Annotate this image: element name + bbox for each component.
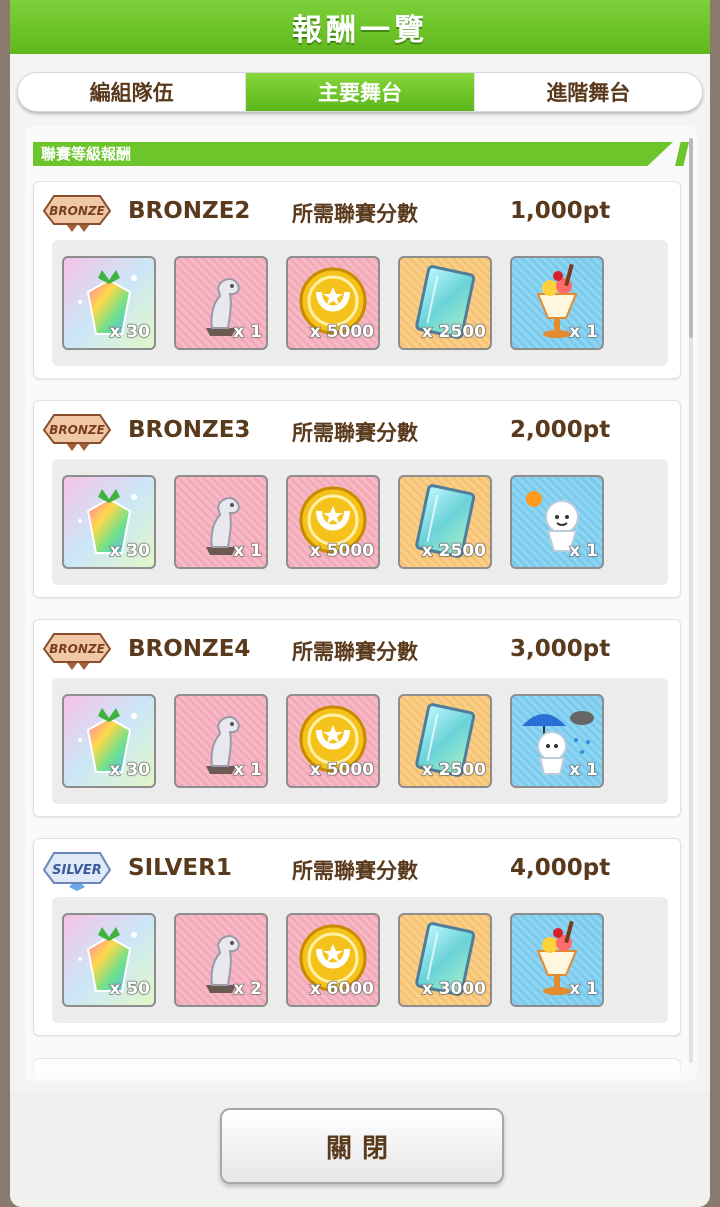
- rewards-list-panel[interactable]: 聯賽等級報酬 BRONZE BRONZE2 所需聯賽分數 1,000pt x 30 x 1…: [25, 126, 697, 1081]
- silver-rank-badge-icon: SILVER: [38, 849, 116, 891]
- reward-item-count: x 2500: [421, 760, 486, 781]
- section-title: 聯賽等級報酬: [41, 145, 132, 163]
- reward-item[interactable]: x 30: [62, 694, 156, 788]
- tier-header: BRONZE BRONZE3 所需聯賽分數 2,000pt: [34, 401, 680, 459]
- tier-card: BRONZE BRONZE4 所需聯賽分數 3,000pt x 30 x 1x 5000 x…: [33, 619, 681, 817]
- bronze-rank-badge-icon: BRONZE: [38, 192, 116, 234]
- tab-advanced-stage[interactable]: 進階舞台: [475, 73, 702, 111]
- reward-item[interactable]: x 5000: [286, 694, 380, 788]
- tab-team[interactable]: 編組隊伍: [18, 73, 247, 111]
- required-score-label: 所需聯賽分數: [292, 421, 418, 445]
- reward-item-count: x 5000: [309, 760, 374, 781]
- tier-card: SILVER SILVER1 所需聯賽分數 4,000pt x 50 x 2x 6000 x…: [33, 838, 681, 1036]
- list-fade: [25, 1056, 697, 1081]
- reward-item[interactable]: x 5000: [286, 475, 380, 569]
- svg-text:SILVER: SILVER: [52, 863, 102, 878]
- reward-item[interactable]: x 1: [510, 913, 604, 1007]
- tier-header: BRONZE BRONZE4 所需聯賽分數 3,000pt: [34, 620, 680, 678]
- required-score-label: 所需聯賽分數: [292, 202, 418, 226]
- reward-item[interactable]: x 3000: [398, 913, 492, 1007]
- scrollbar[interactable]: [689, 138, 693, 1063]
- required-score-value: 4,000pt: [510, 855, 611, 881]
- svg-text:BRONZE: BRONZE: [49, 423, 105, 437]
- reward-item[interactable]: x 1: [174, 256, 268, 350]
- rewards-dialog: 報酬一覽 編組隊伍 主要舞台 進階舞台 聯賽等級報酬 BRONZE BRONZE2…: [10, 0, 710, 1207]
- reward-item[interactable]: x 30: [62, 256, 156, 350]
- bronze-rank-badge-icon: BRONZE: [38, 411, 116, 453]
- reward-item[interactable]: x 2: [174, 913, 268, 1007]
- dialog-header: 報酬一覽: [10, 0, 710, 54]
- reward-item-count: x 6000: [309, 979, 374, 1000]
- tier-header: SILVER SILVER1 所需聯賽分數 4,000pt: [34, 839, 680, 897]
- tier-name: BRONZE4: [128, 636, 251, 662]
- tier-card: BRONZE BRONZE2 所需聯賽分數 1,000pt x 30 x 1x 5000 x…: [33, 181, 681, 379]
- tab-main-stage[interactable]: 主要舞台: [246, 73, 475, 111]
- reward-item[interactable]: x 2500: [398, 475, 492, 569]
- dialog-title: 報酬一覽: [292, 13, 428, 48]
- reward-item[interactable]: x 2500: [398, 256, 492, 350]
- reward-item-count: x 2500: [421, 541, 486, 562]
- svg-text:BRONZE: BRONZE: [49, 642, 105, 656]
- reward-item-count: x 50: [109, 979, 151, 1000]
- section-header-stripe: [675, 142, 689, 166]
- reward-item[interactable]: x 1: [510, 475, 604, 569]
- reward-item-count: x 2500: [421, 322, 486, 343]
- bronze-rank-badge-icon: BRONZE: [38, 630, 116, 672]
- scrollbar-thumb[interactable]: [689, 138, 693, 338]
- reward-item[interactable]: x 1: [510, 256, 604, 350]
- reward-item-count: x 3000: [421, 979, 486, 1000]
- reward-items-row: x 30 x 1 x 5000 x 2500 x 1: [52, 240, 668, 366]
- tier-name: BRONZE2: [128, 198, 251, 224]
- tier-name: SILVER1: [128, 855, 232, 881]
- reward-item[interactable]: x 30: [62, 475, 156, 569]
- reward-item[interactable]: x 1: [174, 694, 268, 788]
- reward-item-count: x 1: [569, 979, 599, 1000]
- reward-item-count: x 30: [109, 541, 151, 562]
- reward-item[interactable]: x 50: [62, 913, 156, 1007]
- close-button[interactable]: 關閉: [220, 1108, 504, 1184]
- reward-item-count: x 1: [233, 322, 263, 343]
- svg-text:BRONZE: BRONZE: [49, 204, 105, 218]
- reward-item-count: x 30: [109, 760, 151, 781]
- reward-item-count: x 2: [233, 979, 263, 1000]
- reward-item-count: x 1: [569, 760, 599, 781]
- reward-item-count: x 1: [569, 322, 599, 343]
- reward-item-count: x 5000: [309, 322, 374, 343]
- tier-name: BRONZE3: [128, 417, 251, 443]
- required-score-value: 2,000pt: [510, 417, 611, 443]
- reward-items-row: x 30 x 1 x 5000 x 2500 x 1: [52, 678, 668, 804]
- tab-bar: 編組隊伍 主要舞台 進階舞台: [17, 72, 703, 112]
- tier-card: BRONZE BRONZE3 所需聯賽分數 2,000pt x 30 x 1x 5000 x…: [33, 400, 681, 598]
- reward-item-count: x 30: [109, 322, 151, 343]
- reward-items-row: x 30 x 1 x 5000 x 2500 x 1: [52, 459, 668, 585]
- dialog-footer: 關閉: [10, 1090, 710, 1207]
- reward-item-count: x 5000: [309, 541, 374, 562]
- reward-item-count: x 1: [569, 541, 599, 562]
- required-score-value: 3,000pt: [510, 636, 611, 662]
- reward-item[interactable]: x 6000: [286, 913, 380, 1007]
- reward-item[interactable]: x 1: [174, 475, 268, 569]
- required-score-value: 1,000pt: [510, 198, 611, 224]
- reward-item[interactable]: x 5000: [286, 256, 380, 350]
- reward-item[interactable]: x 2500: [398, 694, 492, 788]
- reward-item[interactable]: x 1: [510, 694, 604, 788]
- required-score-label: 所需聯賽分數: [292, 859, 418, 883]
- tier-header: BRONZE BRONZE2 所需聯賽分數 1,000pt: [34, 182, 680, 240]
- reward-item-count: x 1: [233, 541, 263, 562]
- reward-item-count: x 1: [233, 760, 263, 781]
- reward-items-row: x 50 x 2 x 6000 x 3000 x 1: [52, 897, 668, 1023]
- required-score-label: 所需聯賽分數: [292, 640, 418, 664]
